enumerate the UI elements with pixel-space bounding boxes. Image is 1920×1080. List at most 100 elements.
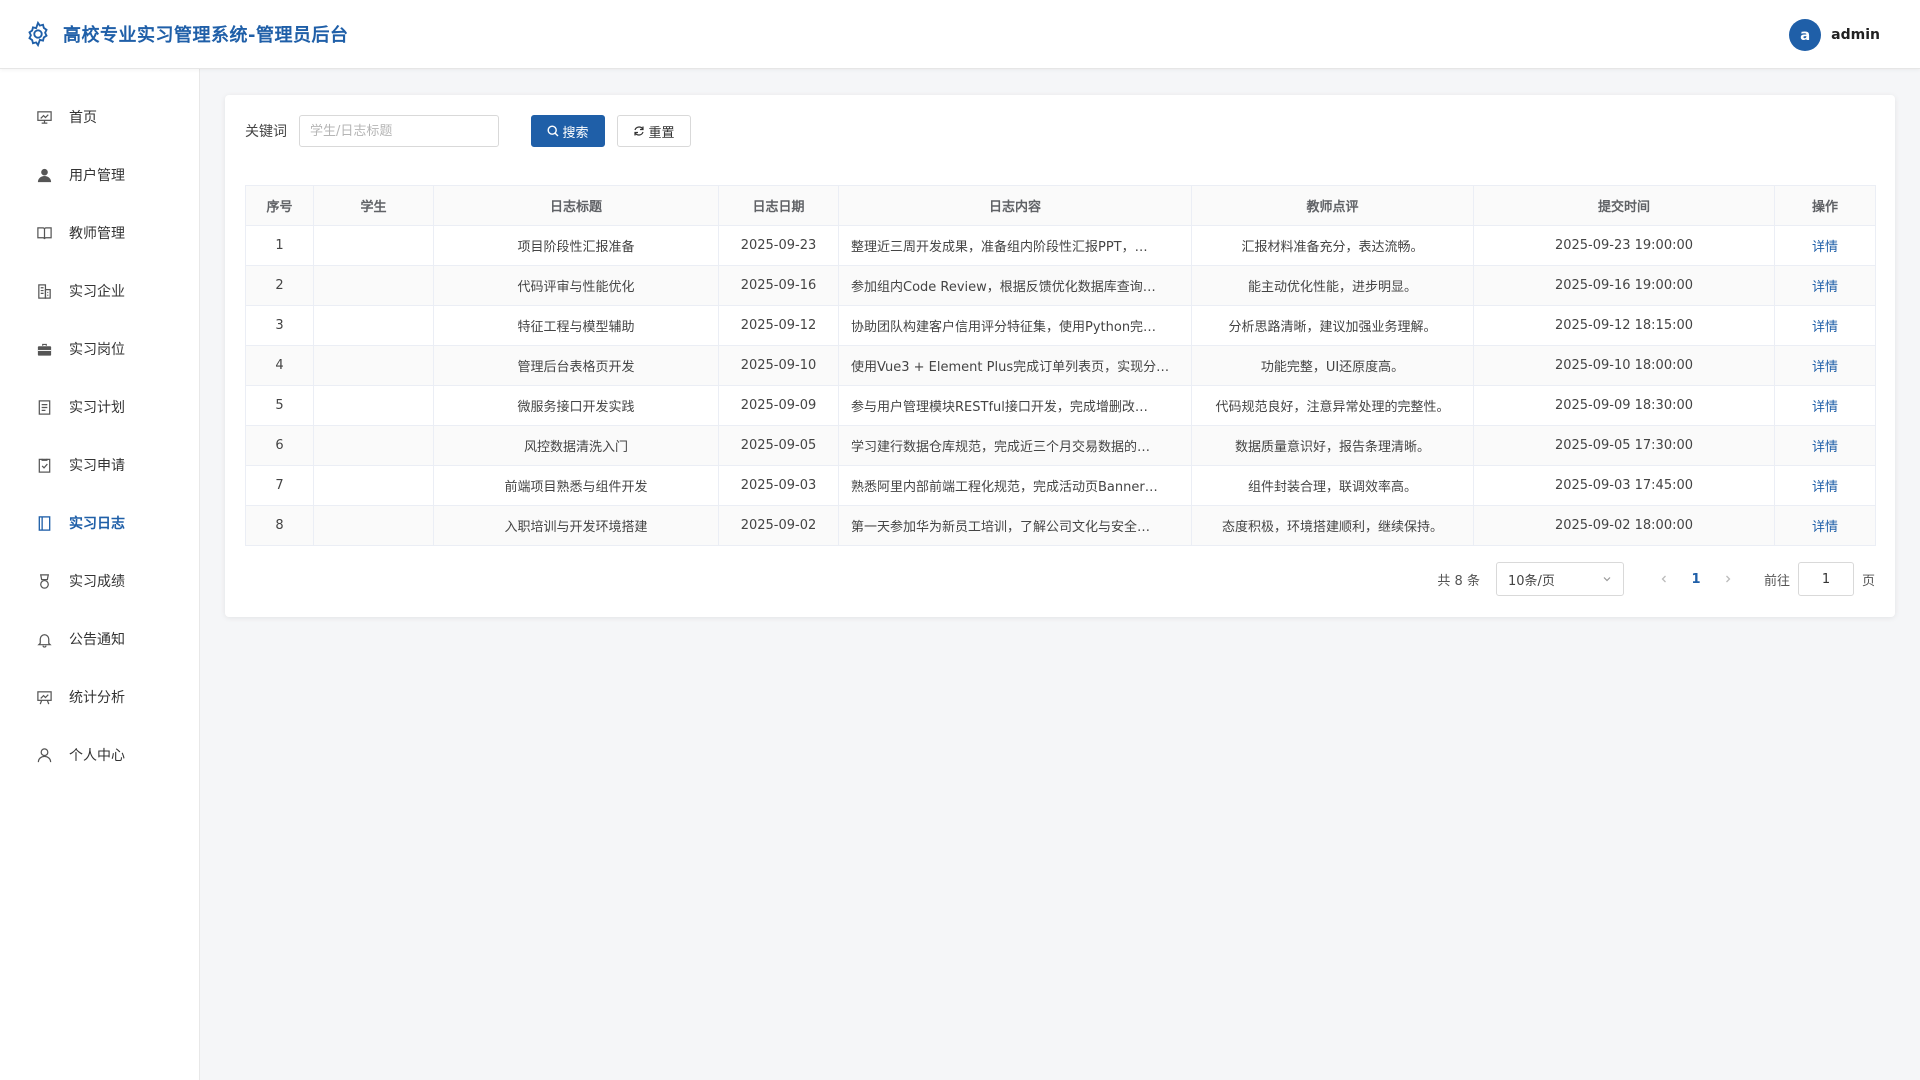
cell-comment: 汇报材料准备充分，表达流畅。	[1191, 225, 1474, 266]
sidebar-item-positions[interactable]: 实习岗位	[0, 325, 199, 373]
detail-link[interactable]: 详情	[1812, 440, 1838, 455]
cell-student	[313, 305, 434, 346]
sidebar-item-teachers[interactable]: 教师管理	[0, 209, 199, 257]
cell-action: 详情	[1774, 425, 1876, 466]
cell-date: 2025-09-16	[718, 265, 839, 306]
table-row: 4 管理后台表格页开发 2025-09-10 使用Vue3 + Element Plu…	[245, 345, 1876, 386]
search-button-label: 搜索	[562, 125, 589, 141]
presentation-icon	[35, 688, 53, 706]
cell-content: 参加组内Code Review，根据反馈优化数据库查询…	[838, 265, 1192, 306]
sidebar-item-grades[interactable]: 实习成绩	[0, 557, 199, 605]
cell-content: 熟悉阿里内部前端工程化规范，完成活动页Banner…	[838, 465, 1192, 506]
checklist-icon	[35, 456, 53, 474]
sidebar-item-profile[interactable]: 个人中心	[0, 731, 199, 779]
cell-date: 2025-09-23	[718, 225, 839, 266]
sidebar-item-logs[interactable]: 实习日志	[0, 499, 199, 547]
cell-date: 2025-09-05	[718, 425, 839, 466]
column-header-title: 日志标题	[433, 185, 719, 226]
cell-index: 5	[245, 385, 314, 426]
sidebar-item-statistics[interactable]: 统计分析	[0, 673, 199, 721]
cell-action: 详情	[1774, 505, 1876, 546]
search-icon	[547, 125, 559, 137]
cell-student	[313, 265, 434, 306]
gear-icon[interactable]	[24, 20, 52, 48]
column-header-date: 日志日期	[718, 185, 839, 226]
detail-link[interactable]: 详情	[1812, 480, 1838, 495]
keyword-label: 关键词	[245, 124, 287, 140]
cell-comment: 态度积极，环境搭建顺利，继续保持。	[1191, 505, 1474, 546]
table-row: 7 前端项目熟悉与组件开发 2025-09-03 熟悉阿里内部前端工程化规范，完成活动…	[245, 465, 1876, 506]
detail-link[interactable]: 详情	[1812, 320, 1838, 335]
page-number-current[interactable]: 1	[1680, 563, 1712, 595]
cell-comment: 数据质量意识好，报告条理清晰。	[1191, 425, 1474, 466]
reset-button-label: 重置	[648, 125, 675, 141]
cell-submitted: 2025-09-10 18:00:00	[1473, 345, 1775, 386]
sidebar-item-notices[interactable]: 公告通知	[0, 615, 199, 663]
cell-action: 详情	[1774, 305, 1876, 346]
cell-index: 8	[245, 505, 314, 546]
goto-page-input[interactable]	[1797, 562, 1854, 596]
document-icon	[35, 398, 53, 416]
user-icon	[35, 166, 53, 184]
chevron-left-icon	[1661, 575, 1666, 583]
sidebar-item-plans[interactable]: 实习计划	[0, 383, 199, 431]
cell-student	[313, 465, 434, 506]
next-page-button[interactable]	[1712, 563, 1744, 595]
cell-content: 整理近三周开发成果，准备组内阶段性汇报PPT，…	[838, 225, 1192, 266]
page-size-select[interactable]: 10条/页	[1495, 562, 1624, 596]
goto-label: 前往	[1763, 573, 1790, 589]
cell-submitted: 2025-09-12 18:15:00	[1473, 305, 1775, 346]
cell-index: 2	[245, 265, 314, 306]
prev-page-button[interactable]	[1648, 563, 1680, 595]
sidebar-item-home[interactable]: 首页	[0, 93, 199, 141]
cell-title: 入职培训与开发环境搭建	[433, 505, 719, 546]
sidebar-item-label: 公告通知	[69, 632, 125, 648]
search-bar: 关键词 搜索 重置	[245, 115, 691, 147]
sidebar-item-companies[interactable]: 实习企业	[0, 267, 199, 315]
bell-icon	[35, 630, 53, 648]
sidebar-item-label: 实习申请	[69, 458, 125, 474]
detail-link[interactable]: 详情	[1812, 240, 1838, 255]
sidebar-item-label: 实习成绩	[69, 574, 125, 590]
cell-date: 2025-09-10	[718, 345, 839, 386]
notebook-icon	[35, 514, 53, 532]
sidebar-item-label: 实习岗位	[69, 342, 125, 358]
reset-button[interactable]: 重置	[617, 115, 691, 147]
top-header: 高校专业实习管理系统-管理员后台 a admin	[0, 0, 1920, 69]
sidebar-item-label: 首页	[69, 110, 97, 126]
cell-index: 1	[245, 225, 314, 266]
goto-suffix: 页	[1861, 573, 1875, 589]
cell-action: 详情	[1774, 345, 1876, 386]
cell-index: 3	[245, 305, 314, 346]
cell-content: 学习建行数据仓库规范，完成近三个月交易数据的…	[838, 425, 1192, 466]
cell-title: 管理后台表格页开发	[433, 345, 719, 386]
detail-link[interactable]: 详情	[1812, 280, 1838, 295]
log-list-card: 关键词 搜索 重置 序号 学生 日志标题 日志日期 日志内容	[225, 95, 1895, 617]
detail-link[interactable]: 详情	[1812, 520, 1838, 535]
sidebar-item-label: 实习日志	[69, 516, 125, 532]
keyword-input[interactable]	[299, 115, 499, 147]
avatar[interactable]: a	[1789, 19, 1822, 51]
cell-student	[313, 505, 434, 546]
book-icon	[35, 224, 53, 242]
column-header-index: 序号	[245, 185, 314, 226]
sidebar: 首页 用户管理 教师管理 实习企业 实习岗位 实习计划 实习申请 实习日志 实习…	[0, 69, 200, 1080]
sidebar-item-applications[interactable]: 实习申请	[0, 441, 199, 489]
username[interactable]: admin	[1831, 27, 1880, 43]
column-header-submitted: 提交时间	[1473, 185, 1775, 226]
building-icon	[35, 282, 53, 300]
cell-comment: 能主动优化性能，进步明显。	[1191, 265, 1474, 306]
app-title: 高校专业实习管理系统-管理员后台	[63, 25, 349, 46]
cell-submitted: 2025-09-02 18:00:00	[1473, 505, 1775, 546]
table-row: 6 风控数据清洗入门 2025-09-05 学习建行数据仓库规范，完成近三个月交易数据…	[245, 425, 1876, 466]
cell-submitted: 2025-09-09 18:30:00	[1473, 385, 1775, 426]
cell-title: 代码评审与性能优化	[433, 265, 719, 306]
cell-title: 前端项目熟悉与组件开发	[433, 465, 719, 506]
cell-index: 7	[245, 465, 314, 506]
cell-action: 详情	[1774, 385, 1876, 426]
user-menu[interactable]: a admin	[1789, 19, 1880, 51]
detail-link[interactable]: 详情	[1812, 400, 1838, 415]
sidebar-item-users[interactable]: 用户管理	[0, 151, 199, 199]
search-button[interactable]: 搜索	[531, 115, 605, 147]
detail-link[interactable]: 详情	[1812, 360, 1838, 375]
